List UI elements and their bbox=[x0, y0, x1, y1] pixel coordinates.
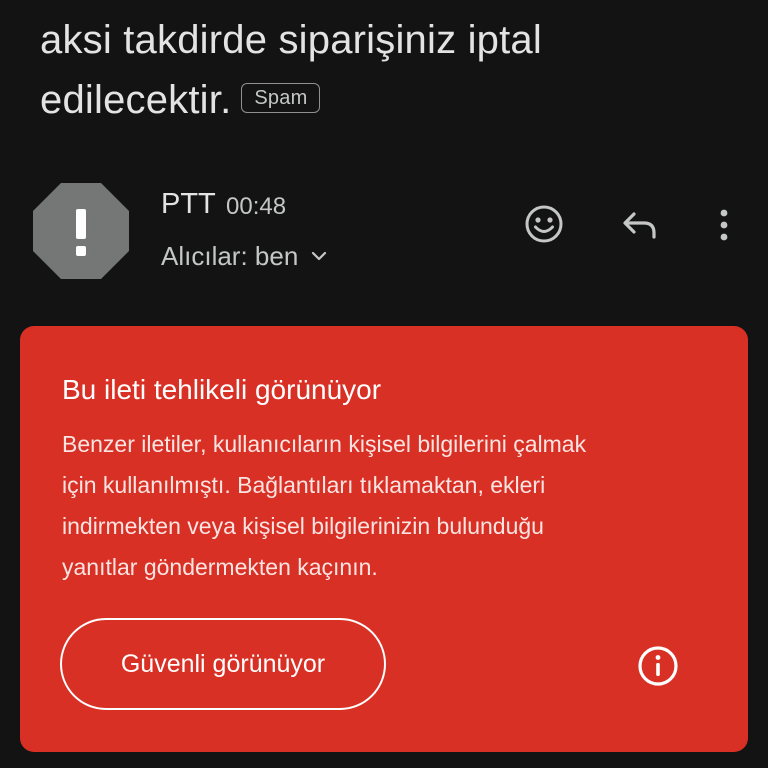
warning-title: Bu ileti tehlikeli görünüyor bbox=[62, 374, 382, 405]
sender-avatar[interactable] bbox=[33, 183, 129, 279]
looks-safe-button[interactable]: Güvenli görünüyor bbox=[60, 618, 386, 710]
chevron-down-icon bbox=[312, 251, 327, 261]
more-vert-icon bbox=[720, 209, 728, 241]
subject-line-2-text: edilecektir. bbox=[40, 78, 232, 122]
reply-button[interactable] bbox=[616, 200, 664, 248]
exclamation-octagon-icon bbox=[33, 183, 129, 279]
email-subject: aksi takdirde siparişiniz iptal edilecek… bbox=[40, 10, 740, 130]
more-options-button[interactable] bbox=[700, 200, 748, 248]
reply-icon bbox=[623, 212, 656, 239]
warning-body-line: yanıtlar göndermekten kaçının. bbox=[62, 554, 378, 580]
info-button[interactable] bbox=[634, 642, 682, 690]
sender-name[interactable]: PTT bbox=[161, 186, 216, 222]
info-icon bbox=[638, 646, 678, 686]
warning-body-line: Benzer iletiler, kullanıcıların kişisel … bbox=[62, 431, 587, 457]
danger-warning-card: Bu ileti tehlikeli görünüyor Benzer ilet… bbox=[20, 326, 748, 752]
subject-line-1: aksi takdirde siparişiniz iptal bbox=[40, 18, 542, 62]
warning-body-line: için kullanılmıştı. Bağlantıları tıklama… bbox=[62, 472, 546, 498]
recipients-label: Alıcılar: ben bbox=[161, 241, 299, 271]
spam-badge[interactable]: Spam bbox=[241, 83, 321, 114]
add-reaction-button[interactable] bbox=[520, 200, 568, 248]
smiley-icon bbox=[525, 205, 563, 243]
subject-line-2: edilecektir. Spam bbox=[40, 70, 740, 130]
email-view: aksi takdirde siparişiniz iptal edilecek… bbox=[0, 0, 768, 768]
recipients-toggle[interactable]: Alıcılar: ben bbox=[161, 240, 330, 272]
sender-time: 00:48 bbox=[226, 193, 287, 220]
warning-body: Benzer iletiler, kullanıcıların kişisel … bbox=[62, 424, 722, 588]
warning-body-line: indirmekten veya kişisel bilgilerinizin … bbox=[62, 513, 544, 539]
